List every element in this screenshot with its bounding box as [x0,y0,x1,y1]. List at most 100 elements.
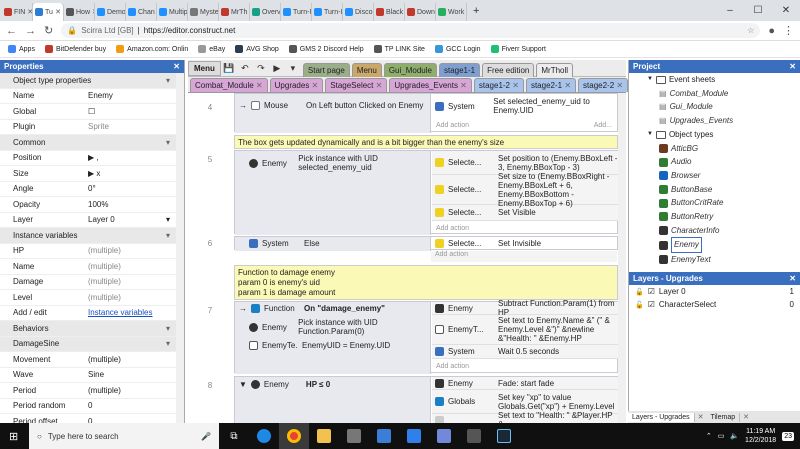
browser-tab[interactable]: Myste✕ [188,3,219,21]
property-row[interactable]: Global ☐ [0,104,184,120]
property-value[interactable]: Enemy [75,91,184,100]
browser-tab[interactable]: Discor✕ [343,3,374,21]
maximize-icon[interactable]: ☐ [744,5,772,16]
property-value[interactable]: 0° [75,184,184,193]
property-value[interactable]: (multiple) [75,262,184,271]
editor-tab[interactable]: Gui_Module [383,62,437,77]
reload-icon[interactable]: ↻ [44,24,53,37]
tree-item[interactable]: ButtonBase [635,183,800,197]
property-row[interactable]: Level (multiple) [0,290,184,306]
bookmark-item[interactable]: BitDefender buy [44,45,106,53]
add-action-link[interactable]: Add action [431,251,617,262]
back-icon[interactable]: ← [6,25,17,37]
play-icon[interactable]: ▶ [269,63,285,74]
save-icon[interactable]: 💾 [221,63,237,74]
discord-icon[interactable] [429,423,459,449]
browser-tab[interactable]: Chan✕ [126,3,157,21]
panel-tab[interactable]: Tilemap [706,412,741,422]
sheet-tab[interactable]: Upgrades_Events ✕ [389,78,472,92]
property-value[interactable]: (multiple) [75,355,184,364]
property-value[interactable]: (multiple) [75,246,184,255]
property-row[interactable]: Movement (multiple) [0,352,184,368]
tree-item[interactable]: ▤ Upgrades_Events [635,114,800,128]
clock[interactable]: 11:19 AM 12/2/2018 [745,427,776,445]
property-value[interactable]: ▶ , [75,153,184,162]
bookmark-item[interactable]: TP LINK Site [373,45,425,53]
layer-row[interactable]: 🔓 ☑ Layer 0 1 [629,285,800,298]
menu-button[interactable]: Menu [188,60,221,76]
url-input[interactable]: 🔒 Scirra Ltd [GB] | https://editor.const… [61,23,761,38]
add-action-link[interactable]: Add action [432,221,618,235]
property-value[interactable]: 100% [75,200,184,209]
property-value[interactable]: (multiple) [75,277,184,286]
tree-item[interactable]: ButtonCritRate [635,196,800,210]
close-icon[interactable]: ✕ [373,81,383,90]
action-text[interactable]: Set Invisible [498,239,541,248]
browser-tab[interactable]: Down✕ [405,3,436,21]
browser-tab[interactable]: Turn-I✕ [312,3,343,21]
event-7[interactable]: 7 → Function On "damage_enemy" Enemy Pic… [188,299,618,374]
forward-icon[interactable]: → [25,25,36,37]
volume-icon[interactable]: 🔈 [730,432,739,440]
property-row[interactable]: Damage (multiple) [0,275,184,290]
property-row[interactable]: Name (multiple) [0,259,184,275]
minimize-icon[interactable]: – [716,5,744,16]
collapse-icon[interactable]: ▼ [239,380,247,389]
tree-item[interactable]: ▤ Combat_Module [635,87,800,101]
store-icon[interactable] [369,423,399,449]
close-icon[interactable]: ✕ [173,62,180,71]
browser-tab[interactable]: Overvi✕ [250,3,281,21]
tree-item[interactable]: Browser [635,169,800,183]
browser-tab[interactable]: Tu ✕ [33,3,64,21]
browser-tab[interactable]: Turn-I✕ [281,3,312,21]
task-view-icon[interactable]: ⧉ [219,423,249,449]
editor-tab[interactable]: stage1-1 [438,62,481,77]
property-value[interactable]: Sine [75,370,184,379]
property-value[interactable]: Layer 0 [75,215,166,224]
browser-tab[interactable]: MrTh✕ [219,3,250,21]
action-row[interactable]: System Wait 0.5 seconds [432,345,618,359]
action-row[interactable]: Selecte... Set size to (Enemy.BBoxRight -… [432,172,618,208]
property-row[interactable]: Period (multiple) [0,383,184,399]
sheet-tab[interactable]: stage2-2 ✕ [578,78,629,92]
chrome-icon[interactable] [279,423,309,449]
property-value[interactable]: (multiple) [75,293,184,302]
property-row[interactable]: Wave Sine [0,368,184,383]
steam-icon[interactable] [489,423,519,449]
panel-tab[interactable]: Layers - Upgrades [628,412,695,422]
property-row[interactable]: HP (multiple) [0,244,184,259]
tree-item[interactable]: ▤ Gui_Module [635,100,800,114]
browser-tab[interactable]: Work✕ [436,3,467,21]
app-icon[interactable] [459,423,489,449]
expand-icon[interactable]: ▼ [647,73,653,87]
property-row[interactable]: Angle 0° [0,182,184,197]
expand-icon[interactable]: ▼ [647,128,653,142]
condition-area[interactable]: System Else [235,237,431,251]
edge-icon[interactable] [249,423,279,449]
bookmark-item[interactable]: GCC Login [434,45,481,53]
property-row[interactable]: Position ▶ , [0,151,184,166]
close-icon[interactable]: ✕ [254,81,263,90]
bookmark-item[interactable]: Amazon.com: Onlin [116,45,188,53]
event-4[interactable]: 4 → Mouse On Left button Clicked on Enem… [188,93,618,133]
profile-icon[interactable]: ● [768,25,775,37]
bookmark-item[interactable]: AVG Shop [235,45,279,53]
bookmark-item[interactable]: Fiverr Support [490,45,546,53]
editor-tab[interactable]: Start page [302,62,350,77]
action-row[interactable]: Enemy Fade: start fade [432,377,618,390]
property-value[interactable]: ▶ x [75,169,184,178]
browser-tab[interactable]: Demo✕ [95,3,126,21]
close-icon[interactable]: ✕ [740,413,752,421]
star-icon[interactable]: ☆ [747,26,754,35]
condition-area[interactable]: Enemy Pick instance with UID selected_en… [235,151,431,235]
property-value[interactable]: (multiple) [75,386,184,395]
browser-tab[interactable]: FIN ✕ [2,3,33,21]
property-value[interactable]: Instance variables [75,308,184,317]
add-action-link[interactable]: Add action [432,359,618,373]
condition-area[interactable]: ▼ Enemy HP ≤ 0 [235,377,431,423]
tree-item[interactable]: EnemyText [635,253,800,267]
sheet-tab[interactable]: Upgrades ✕ [269,78,324,92]
property-row[interactable]: Plugin Sprite [0,120,184,135]
dropdown-icon[interactable]: ▾ [285,63,301,74]
network-icon[interactable]: ▭ [718,432,725,440]
